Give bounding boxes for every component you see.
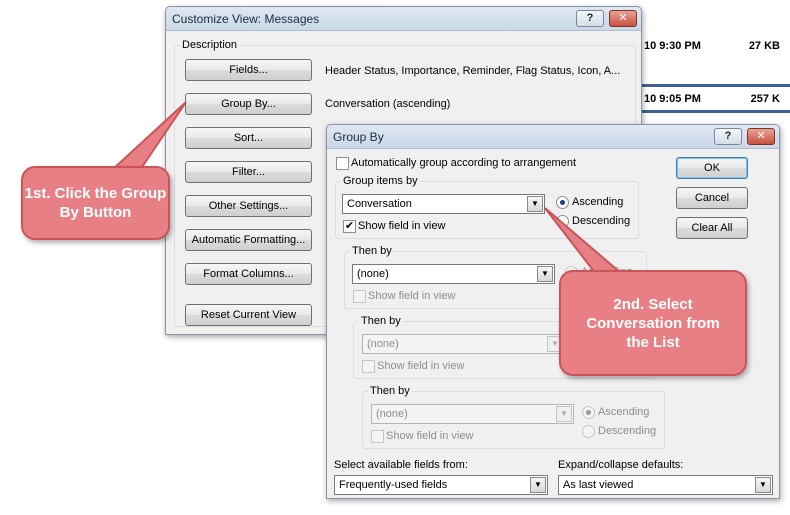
callout-1-pointer xyxy=(109,101,187,171)
callout-pointers xyxy=(109,101,625,275)
callout-step-1: 1st. Click the Group By Button xyxy=(21,166,170,240)
callout-2-pointer xyxy=(544,207,625,275)
callout-step-2: 2nd. Select Conversation from the List xyxy=(559,270,747,376)
